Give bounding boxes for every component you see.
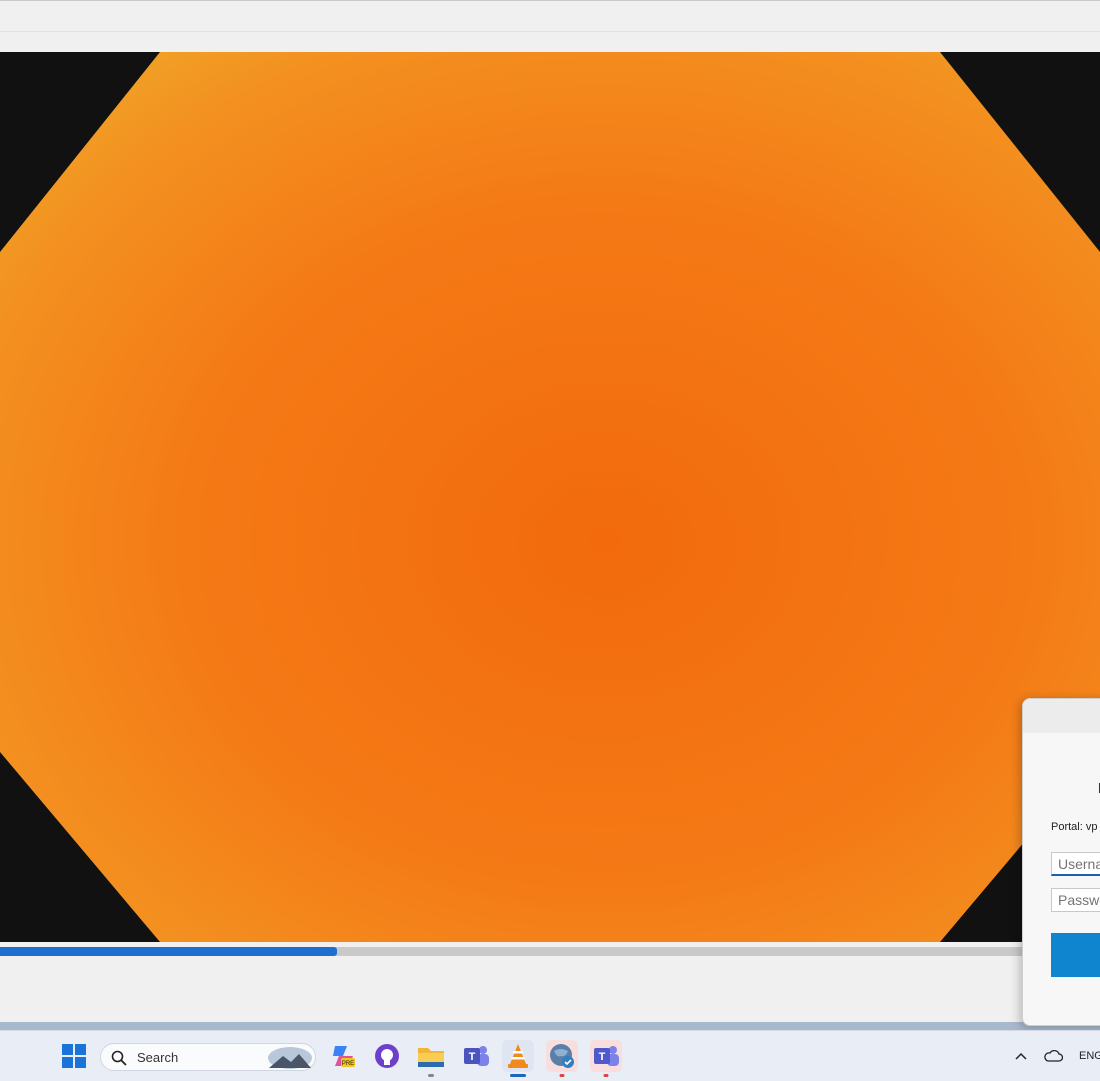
- username-input[interactable]: [1051, 852, 1100, 876]
- windows-start-icon: [62, 1044, 86, 1068]
- video-viewport[interactable]: [0, 52, 1100, 942]
- start-button[interactable]: [58, 1040, 90, 1072]
- connect-button[interactable]: [1051, 933, 1100, 977]
- github-desktop-icon: [375, 1044, 399, 1068]
- video-frame-octagon: [0, 52, 1100, 942]
- password-input[interactable]: [1051, 888, 1100, 912]
- onedrive-cloud-icon[interactable]: [1043, 1049, 1063, 1063]
- search-highlight-mountain-icon: [268, 1047, 312, 1069]
- portal-label: Portal: vp: [1051, 821, 1098, 833]
- chevron-up-icon[interactable]: [1014, 1051, 1028, 1061]
- toolbar-divider: [0, 31, 1100, 32]
- language-indicator[interactable]: ENG: [1079, 1050, 1100, 1062]
- window-top-bar: [0, 0, 1100, 53]
- file-explorer-icon: [418, 1048, 444, 1067]
- attention-indicator: [603, 1074, 609, 1077]
- active-indicator: [510, 1074, 526, 1077]
- svg-text:T: T: [599, 1051, 606, 1063]
- taskbar-vlc[interactable]: [502, 1040, 534, 1077]
- seek-bar-progress[interactable]: [0, 947, 337, 956]
- teams-icon: T: [594, 1046, 619, 1066]
- taskbar-github-desktop[interactable]: [371, 1040, 403, 1072]
- vlc-icon: [508, 1044, 528, 1068]
- desktop-wallpaper-strip: [0, 1022, 1100, 1030]
- search-icon: [111, 1050, 127, 1066]
- taskbar-search[interactable]: Search: [100, 1043, 316, 1071]
- globalprotect-icon: [550, 1044, 574, 1068]
- copilot-pre-icon: PRE: [333, 1046, 355, 1067]
- vpn-login-dialog: Portal: vp: [1022, 698, 1100, 1026]
- attention-indicator: [559, 1074, 565, 1077]
- taskbar: Search PRE T T ENG: [0, 1030, 1100, 1081]
- taskbar-teams[interactable]: T: [590, 1040, 622, 1077]
- running-indicator: [428, 1074, 434, 1077]
- taskbar-teams-classic[interactable]: T: [460, 1040, 492, 1072]
- dialog-titlebar: [1023, 699, 1100, 733]
- taskbar-copilot[interactable]: PRE: [327, 1040, 359, 1072]
- taskbar-globalprotect[interactable]: [546, 1040, 578, 1077]
- svg-text:T: T: [469, 1051, 476, 1063]
- svg-text:PRE: PRE: [342, 1061, 354, 1067]
- teams-classic-icon: T: [464, 1046, 489, 1066]
- taskbar-file-explorer[interactable]: [415, 1040, 447, 1077]
- search-label: Search: [137, 1050, 179, 1065]
- player-controls-area: [0, 956, 1100, 1023]
